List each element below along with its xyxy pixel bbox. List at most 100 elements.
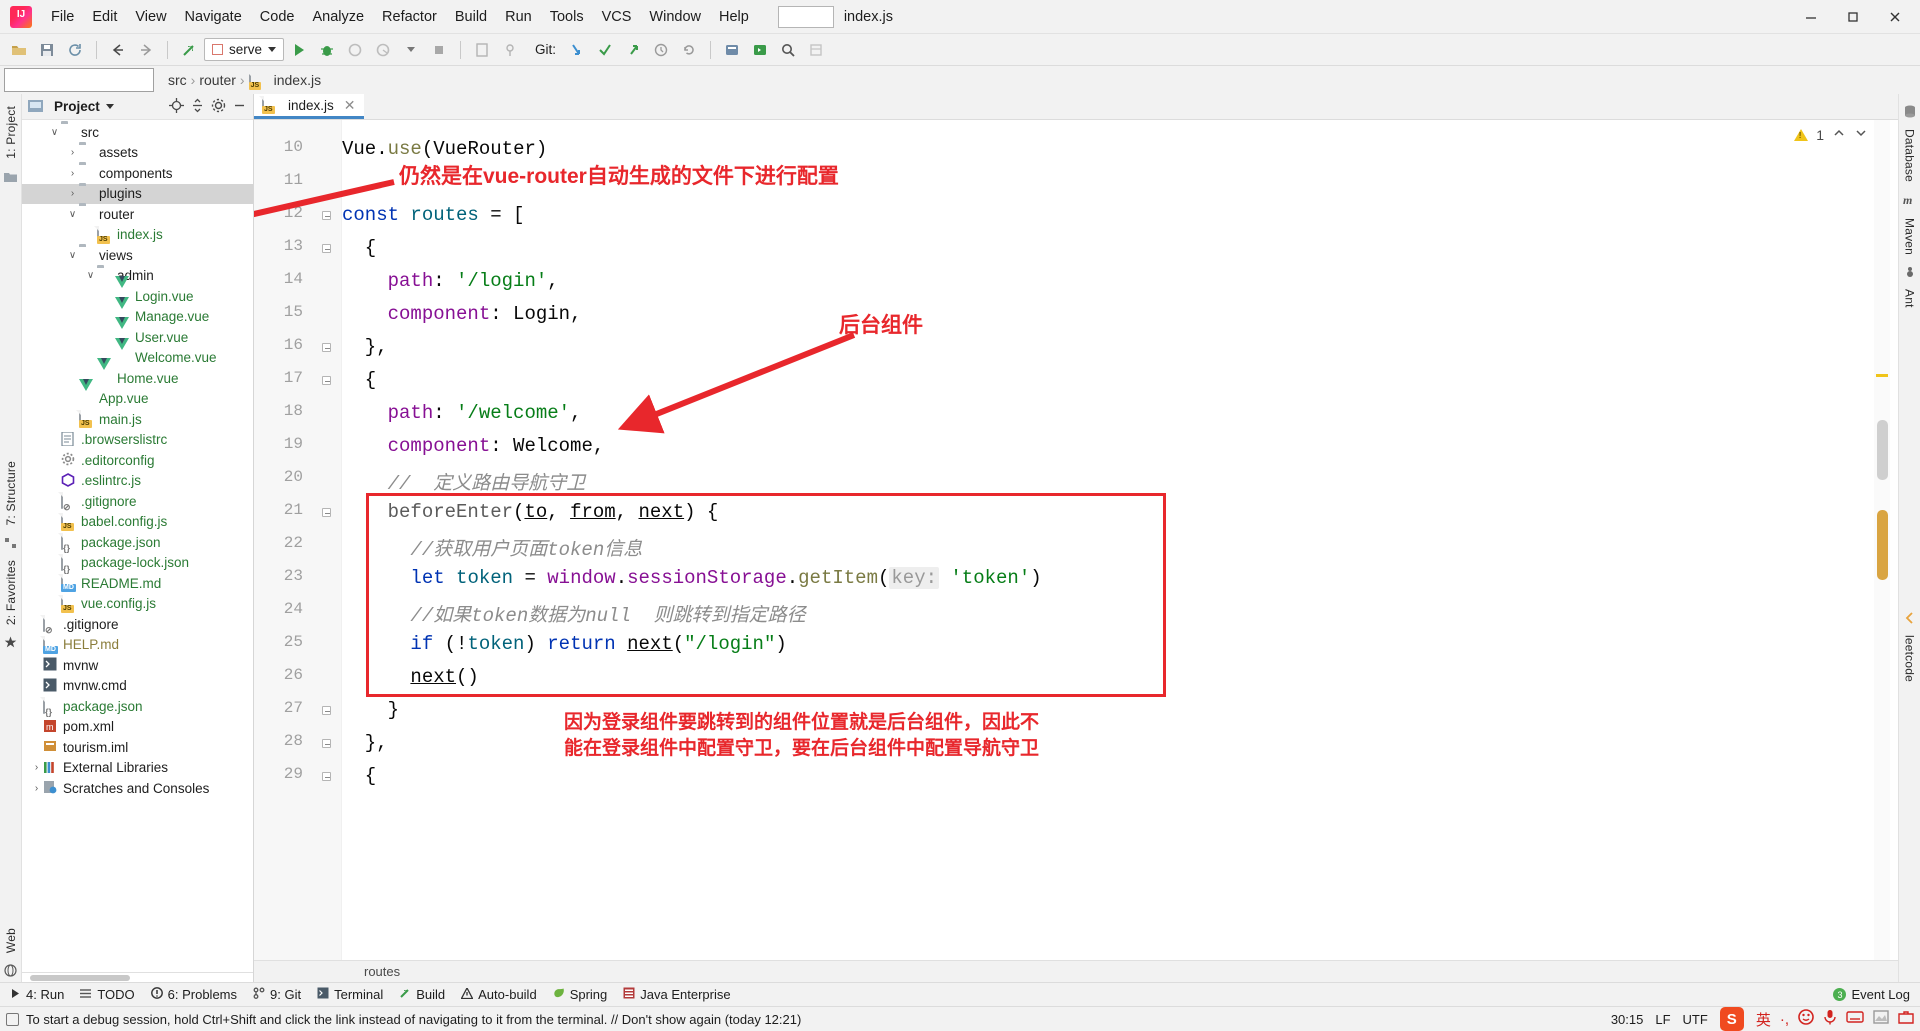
code-line[interactable]: component: Welcome, (342, 435, 604, 457)
caret-position[interactable]: 30:15 (1611, 1012, 1644, 1027)
profile-dropdown-icon[interactable] (398, 38, 424, 62)
code-line[interactable]: } (342, 699, 399, 721)
git-update-icon[interactable] (564, 38, 590, 62)
chevron-down-icon[interactable]: ∨ (48, 127, 61, 138)
chevron-right-icon[interactable]: › (66, 147, 79, 158)
window-run-config-box[interactable] (778, 6, 834, 28)
tree-item-pom-xml[interactable]: mpom.xml (22, 717, 253, 738)
menu-tools[interactable]: Tools (541, 5, 593, 29)
forward-icon[interactable] (133, 38, 159, 62)
run-configuration-selector[interactable]: serve (204, 38, 284, 61)
sidebar-tab-maven[interactable]: Maven (1901, 212, 1919, 261)
tree-item-components[interactable]: ›components (22, 163, 253, 184)
code-line[interactable]: const routes = [ (342, 204, 524, 226)
tree-item-mvnw[interactable]: mvnw (22, 655, 253, 676)
event-log-button[interactable]: 3Event Log (1833, 987, 1910, 1002)
open-folder-icon[interactable] (6, 38, 32, 62)
tree-item-eslintrc-js[interactable]: .eslintrc.js (22, 471, 253, 492)
chevron-down-icon[interactable]: ∨ (66, 209, 79, 220)
code-line[interactable]: { (342, 237, 376, 259)
toolwindow-auto-build[interactable]: Auto-build (461, 987, 537, 1002)
scrollbar-thumb[interactable] (1877, 420, 1888, 480)
tree-item-gitignore[interactable]: ⊘.gitignore (22, 614, 253, 635)
code-line[interactable]: path: '/welcome', (342, 402, 581, 424)
minimize-icon[interactable] (1790, 2, 1832, 32)
tree-item-mvnw-cmd[interactable]: mvnw.cmd (22, 676, 253, 697)
next-problem-icon[interactable] (1854, 126, 1868, 143)
menu-view[interactable]: View (126, 5, 175, 29)
hide-icon[interactable] (232, 98, 247, 116)
breadcrumb-indexjs[interactable]: JS index.js (249, 72, 321, 88)
tree-item-help-md[interactable]: MDHELP.md (22, 635, 253, 656)
close-tab-icon[interactable]: ✕ (344, 97, 356, 114)
fold-marker-icon[interactable] (320, 341, 333, 354)
code-line[interactable]: Vue.use(VueRouter) (342, 138, 547, 160)
profile-icon[interactable] (370, 38, 396, 62)
warning-marker[interactable] (1876, 374, 1888, 377)
fold-marker-icon[interactable] (320, 374, 333, 387)
editor-tab-indexjs[interactable]: JS index.js ✕ (254, 94, 364, 119)
tree-item-main-js[interactable]: JSmain.js (22, 409, 253, 430)
maximize-icon[interactable] (1832, 2, 1874, 32)
code-line[interactable]: let token = window.sessionStorage.getIte… (342, 567, 1042, 589)
toolwindow-terminal[interactable]: Terminal (317, 987, 383, 1002)
fold-marker-icon[interactable] (320, 506, 333, 519)
voice-icon[interactable] (1823, 1009, 1837, 1029)
editor-scrollbar[interactable] (1874, 120, 1890, 960)
stop-icon[interactable] (426, 38, 452, 62)
tree-item-browserslistrc[interactable]: .browserslistrc (22, 430, 253, 451)
tree-item-babel-config-js[interactable]: JSbabel.config.js (22, 512, 253, 533)
git-history-icon[interactable] (648, 38, 674, 62)
keyboard-icon[interactable] (1846, 1010, 1864, 1028)
emoji-icon[interactable] (1798, 1009, 1814, 1029)
menu-file[interactable]: File (42, 5, 83, 29)
settings-icon[interactable] (719, 38, 745, 62)
commit-icon[interactable] (497, 38, 523, 62)
toolwindow-build[interactable]: Build (399, 987, 445, 1002)
git-revert-icon[interactable] (676, 38, 702, 62)
code-line[interactable]: path: '/login', (342, 270, 559, 292)
tree-item-src[interactable]: ∨src (22, 122, 253, 143)
menu-build[interactable]: Build (446, 5, 496, 29)
tree-item-welcome-vue[interactable]: Welcome.vue (22, 348, 253, 369)
code-line[interactable]: }, (342, 732, 388, 754)
code-line[interactable]: beforeEnter(to, from, next) { (342, 501, 718, 523)
save-all-icon[interactable] (34, 38, 60, 62)
tree-item-manage-vue[interactable]: Manage.vue (22, 307, 253, 328)
toolwindow-todo[interactable]: TODO (80, 987, 134, 1002)
sidebar-tab-ant[interactable]: Ant (1901, 283, 1919, 314)
editor-gutter[interactable]: 1011121314151617181920212223242526272829 (254, 120, 342, 960)
chevron-down-icon[interactable] (106, 104, 114, 109)
file-encoding[interactable]: UTF (1683, 1012, 1708, 1027)
tree-item-tourism-iml[interactable]: tourism.iml (22, 737, 253, 758)
inspection-widget[interactable]: 1 (1794, 126, 1868, 143)
menu-navigate[interactable]: Navigate (176, 5, 251, 29)
sync-icon[interactable] (62, 38, 88, 62)
back-icon[interactable] (105, 38, 131, 62)
fold-marker-icon[interactable] (320, 770, 333, 783)
toolwindow-4-run[interactable]: 4: Run (10, 987, 64, 1002)
toolwindow-6-problems[interactable]: 6: Problems (151, 987, 237, 1002)
image-icon[interactable] (1873, 1010, 1889, 1028)
debug-button[interactable] (314, 38, 340, 62)
sidebar-tab-project[interactable]: 1: Project (2, 100, 20, 165)
tree-item-views[interactable]: ∨views (22, 245, 253, 266)
toolwindow-spring[interactable]: Spring (553, 987, 608, 1002)
tree-item-package-json[interactable]: {}package.json (22, 696, 253, 717)
prev-problem-icon[interactable] (1832, 126, 1846, 143)
fold-marker-icon[interactable] (320, 704, 333, 717)
tree-item-plugins[interactable]: ›plugins (22, 184, 253, 205)
run-with-coverage-icon[interactable] (342, 38, 368, 62)
chevron-right-icon[interactable]: › (66, 168, 79, 179)
breadcrumb-src[interactable]: src (168, 72, 187, 88)
gear-icon[interactable] (211, 98, 226, 116)
sidebar-tab-leetcode[interactable]: leetcode (1901, 629, 1919, 688)
sidebar-tab-database[interactable]: Database (1901, 123, 1919, 188)
code-line[interactable]: // 定义路由导航守卫 (342, 468, 585, 495)
code-line[interactable]: component: Login, (342, 303, 581, 325)
run-button[interactable] (286, 38, 312, 62)
tree-item-login-vue[interactable]: Login.vue (22, 286, 253, 307)
tree-item-editorconfig[interactable]: .editorconfig (22, 450, 253, 471)
tree-item-home-vue[interactable]: Home.vue (22, 368, 253, 389)
toolbox-icon[interactable] (1898, 1010, 1914, 1028)
